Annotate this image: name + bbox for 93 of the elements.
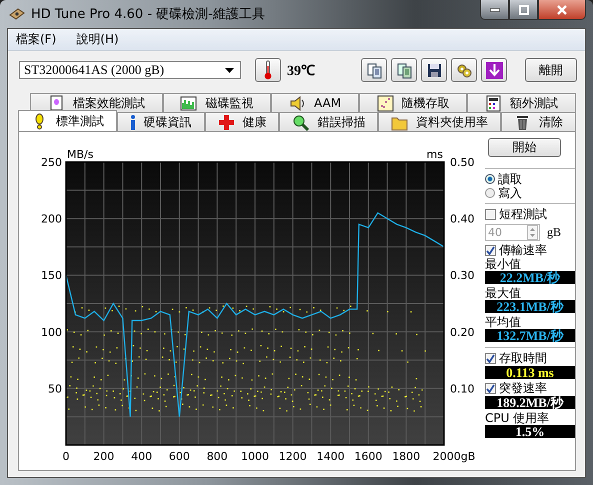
- caret-icon: [225, 68, 234, 72]
- y-axis-label: 100: [41, 326, 62, 339]
- axis-unit: ms: [426, 148, 443, 161]
- checkbox-label: 傳輸速率: [499, 242, 547, 258]
- y-axis-label: 150: [41, 269, 62, 282]
- magnifier-icon: [292, 114, 310, 130]
- readout-value: 189.2MB/秒: [485, 396, 575, 409]
- y-axis-label: 0.10: [450, 382, 474, 396]
- tab[interactable]: 資料夾使用率: [378, 112, 502, 131]
- download-arrow-icon: [486, 62, 502, 78]
- y-axis-label: 0.30: [450, 269, 474, 282]
- info-icon: [130, 114, 136, 130]
- x-axis-label: 1400: [316, 450, 345, 463]
- thermometer-icon: [263, 60, 273, 80]
- tab[interactable]: AAM: [271, 93, 359, 112]
- x-axis-label: 1200: [278, 450, 307, 463]
- maximize-button[interactable]: [509, 0, 538, 20]
- checkbox[interactable]: [485, 382, 496, 394]
- x-axis-label: 1000: [241, 450, 269, 463]
- minimize-button[interactable]: [480, 0, 509, 20]
- checkbox-label: 存取時間: [499, 350, 547, 366]
- unit-label: gB: [546, 224, 561, 240]
- tab[interactable]: 額外測試: [467, 93, 576, 112]
- radio-label: 讀取: [498, 170, 522, 186]
- toolbar-button[interactable]: [361, 58, 387, 82]
- radio-button[interactable]: [485, 188, 495, 198]
- document-icon: [48, 94, 65, 112]
- tab[interactable]: 硬碟資訊: [116, 112, 205, 131]
- x-axis-label: 600: [168, 450, 190, 463]
- stat-label: 最大值: [485, 286, 522, 300]
- radio-button[interactable]: [485, 174, 495, 184]
- checkbox[interactable]: [485, 352, 496, 364]
- save-icon: [426, 62, 442, 78]
- drive-dropdown[interactable]: ST32000641AS (2000 gB): [19, 61, 241, 79]
- stat-label: CPU 使用率: [485, 411, 550, 425]
- x-axis-label: 800: [206, 450, 228, 463]
- tab[interactable]: 錯誤掃描: [279, 112, 378, 131]
- thermometer-button[interactable]: [255, 58, 281, 82]
- tab[interactable]: 隨機存取: [358, 93, 468, 112]
- y-axis-label: 0.50: [450, 156, 474, 169]
- radio-label: 寫入: [498, 185, 522, 202]
- readout-value: 0.113 ms: [485, 366, 575, 379]
- toolbar-button[interactable]: [421, 58, 447, 82]
- x-axis-label: 200: [93, 450, 114, 463]
- tab[interactable]: 清除: [501, 112, 576, 131]
- x-axis-label: 2000gB: [432, 450, 476, 463]
- temperature-text: 39℃: [287, 63, 315, 80]
- menu-item[interactable]: 檔案(F): [16, 31, 56, 48]
- spinner-arrows-icon: [527, 224, 538, 240]
- stat-label: 平均值: [485, 315, 522, 329]
- y-axis-label: 200: [41, 212, 62, 226]
- toolbar-button[interactable]: [391, 58, 417, 82]
- tab[interactable]: 磁碟監視: [162, 93, 272, 112]
- y-axis-label: 0.20: [450, 326, 474, 339]
- maximize-icon: [518, 4, 528, 14]
- readout-value: 132.7MB/秒: [485, 329, 575, 342]
- tab[interactable]: 標準測試: [18, 110, 117, 131]
- close-button[interactable]: [538, 0, 586, 20]
- x-axis-label: 0: [62, 450, 70, 463]
- readout-value: 1.5%: [485, 425, 575, 438]
- y-axis-label: 250: [41, 156, 62, 169]
- checkbox[interactable]: [485, 244, 496, 256]
- start-button[interactable]: 開始: [488, 138, 561, 157]
- y-axis-label: 50: [48, 382, 62, 396]
- checkbox-label: 突發速率: [499, 380, 547, 396]
- calculator-icon: [485, 94, 502, 112]
- close-icon: [556, 4, 568, 14]
- axis-unit: MB/s: [67, 148, 94, 161]
- readout-value: 223.1MB/秒: [485, 300, 575, 313]
- minimize-icon: [490, 8, 500, 12]
- x-axis-label: 400: [131, 450, 152, 463]
- cross-icon: [218, 114, 235, 130]
- exit-button[interactable]: 離開: [525, 58, 577, 82]
- toolbar-button[interactable]: [481, 58, 507, 82]
- stat-label: 最小值: [485, 257, 522, 271]
- readout-value: 22.2MB/秒: [485, 271, 575, 284]
- x-axis-label: 1600: [354, 450, 382, 463]
- y-axis-label: 0.40: [450, 212, 474, 226]
- window-title: HD Tune Pro 4.60 - 硬碟檢測-維護工具: [31, 6, 265, 23]
- menu-item[interactable]: 說明(H): [76, 31, 119, 48]
- scatter-icon: [376, 94, 394, 112]
- toolbar-button[interactable]: [451, 58, 477, 82]
- bar-chart-icon: [180, 94, 198, 112]
- copy-icon: [366, 62, 382, 78]
- checkbox-label: 短程測試: [499, 206, 547, 222]
- app-icon: [9, 7, 25, 21]
- tab[interactable]: 健康: [204, 112, 280, 131]
- gears-icon: [456, 62, 472, 78]
- checkbox[interactable]: [485, 208, 496, 220]
- tab[interactable]: 檔案效能測試: [30, 93, 163, 112]
- x-axis-label: 1800: [392, 450, 420, 463]
- copy-icon: [396, 62, 412, 78]
- speaker-icon: [288, 94, 306, 112]
